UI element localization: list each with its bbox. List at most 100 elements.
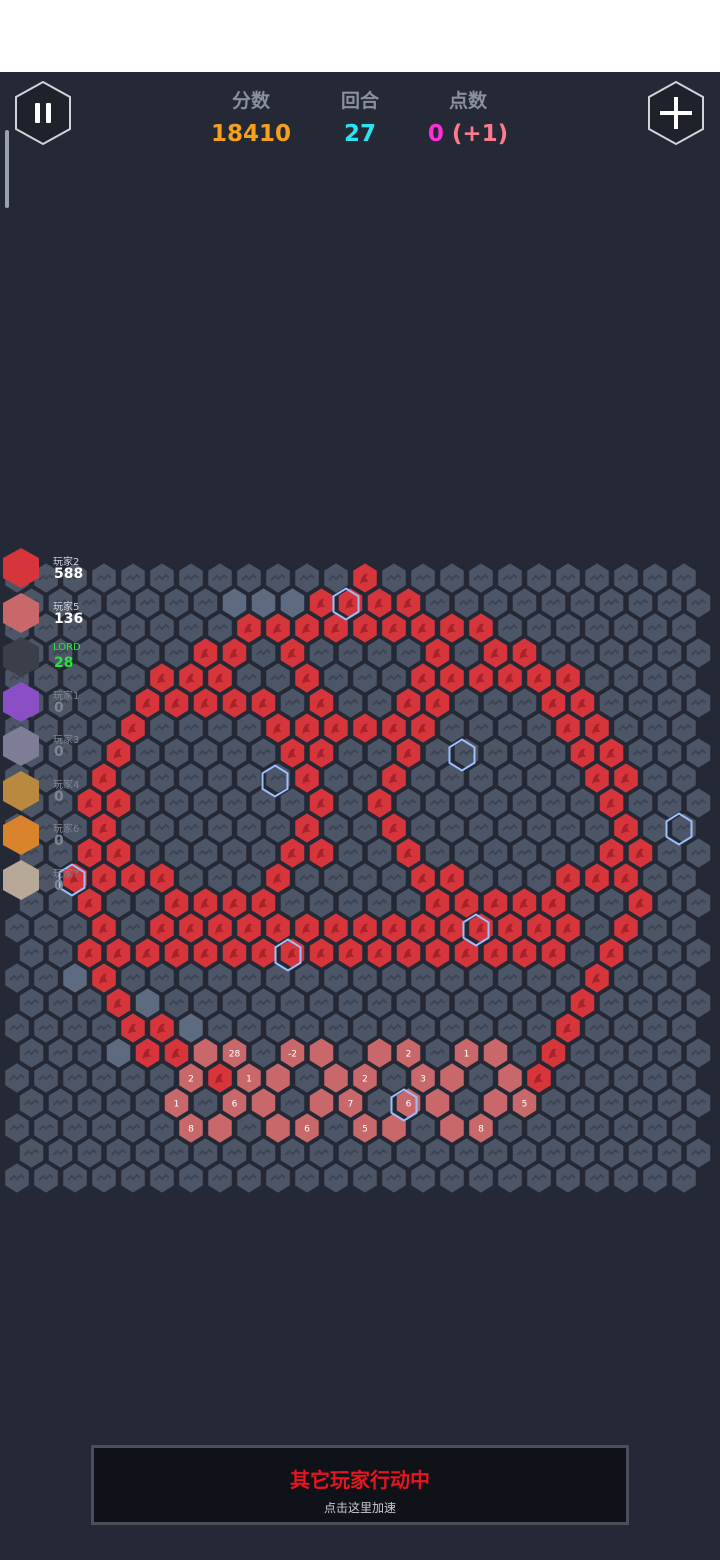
hex-tile[interactable] [583, 611, 611, 645]
hex-tile[interactable] [670, 561, 698, 595]
hex-tile-owned[interactable] [250, 1086, 277, 1120]
hex-tile[interactable] [148, 561, 176, 595]
hex-tile[interactable] [380, 1061, 408, 1095]
hex-tile[interactable] [612, 1161, 640, 1195]
hex-tile[interactable] [395, 636, 422, 670]
hex-tile[interactable] [685, 936, 712, 970]
hex-tile-owned[interactable] [221, 936, 248, 970]
hex-tile[interactable] [235, 1111, 263, 1145]
hex-tile[interactable] [293, 861, 321, 895]
hex-tile[interactable] [511, 986, 538, 1020]
hex-tile[interactable] [47, 1036, 74, 1070]
hex-tile[interactable] [482, 586, 509, 620]
hex-tile[interactable] [119, 1111, 147, 1145]
hex-tile-owned[interactable]: 5 [351, 1111, 379, 1145]
hex-tile[interactable] [134, 586, 161, 620]
hex-tile-owned[interactable] [496, 1061, 524, 1095]
hex-tile-owned[interactable] [351, 911, 379, 945]
hex-tile-owned[interactable] [308, 1086, 335, 1120]
hex-tile-owned[interactable] [293, 711, 321, 745]
hex-tile-owned[interactable] [569, 986, 596, 1020]
hex-tile[interactable] [670, 761, 698, 795]
hex-tile[interactable] [322, 861, 350, 895]
hex-tile[interactable] [583, 811, 611, 845]
hex-tile[interactable] [395, 986, 422, 1020]
hex-tile-owned[interactable] [192, 686, 219, 720]
hex-tile-owned[interactable] [612, 811, 640, 845]
hex-tile[interactable] [438, 561, 466, 595]
hex-tile[interactable] [641, 811, 669, 845]
hex-tile[interactable] [148, 1111, 176, 1145]
hex-tile[interactable] [163, 1136, 190, 1170]
hex-tile[interactable] [250, 786, 277, 820]
hex-tile[interactable] [453, 1136, 480, 1170]
hex-tile[interactable] [148, 761, 176, 795]
hex-tile-owned[interactable] [380, 911, 408, 945]
hex-tile-owned[interactable] [90, 811, 118, 845]
hex-tile[interactable] [206, 761, 234, 795]
hex-tile[interactable] [148, 711, 176, 745]
hex-tile[interactable] [525, 961, 553, 995]
hex-tile[interactable] [641, 1161, 669, 1195]
hex-tile[interactable] [308, 886, 335, 920]
hex-tile-owned[interactable] [438, 911, 466, 945]
hex-tile[interactable] [583, 1161, 611, 1195]
hex-tile[interactable] [279, 986, 306, 1020]
hex-tile-owned[interactable] [482, 886, 509, 920]
hex-tile-owned[interactable] [511, 936, 538, 970]
hex-tile-owned[interactable] [351, 711, 379, 745]
hex-tile[interactable] [525, 1111, 553, 1145]
hex-tile[interactable] [685, 786, 712, 820]
hex-tile[interactable] [134, 636, 161, 670]
hex-tile-owned[interactable] [250, 686, 277, 720]
hex-tile-owned[interactable]: 8 [177, 1111, 205, 1145]
hex-tile-owned[interactable] [395, 686, 422, 720]
hex-tile[interactable] [250, 836, 277, 870]
hex-tile[interactable] [670, 961, 698, 995]
hex-tile[interactable] [685, 1036, 712, 1070]
hex-tile-owned[interactable] [453, 936, 480, 970]
hex-tile[interactable] [627, 936, 654, 970]
hex-tile[interactable] [482, 1136, 509, 1170]
hex-tile[interactable] [511, 686, 538, 720]
hex-tile[interactable] [438, 761, 466, 795]
hex-tile-owned[interactable] [206, 1111, 234, 1145]
hex-tile[interactable] [90, 1011, 118, 1045]
hex-tile[interactable] [90, 1061, 118, 1095]
hex-tile[interactable] [656, 586, 683, 620]
hex-tile[interactable] [598, 1036, 625, 1070]
hex-tile-owned[interactable] [206, 1061, 234, 1095]
hex-tile[interactable] [90, 1111, 118, 1145]
hex-tile-owned[interactable]: 8 [467, 1111, 495, 1145]
hex-tile[interactable] [685, 1086, 712, 1120]
hex-tile[interactable] [641, 1111, 669, 1145]
hex-tile[interactable] [453, 636, 480, 670]
hex-tile-empty[interactable] [61, 961, 89, 995]
hex-tile-owned[interactable]: 6 [221, 1086, 248, 1120]
hex-tile-owned[interactable] [525, 661, 553, 695]
hex-tile-owned[interactable] [163, 936, 190, 970]
hex-tile-owned[interactable] [279, 636, 306, 670]
hex-tile[interactable] [540, 1136, 567, 1170]
hex-tile[interactable] [525, 1011, 553, 1045]
hex-tile-owned[interactable] [148, 1011, 176, 1045]
hex-tile[interactable] [424, 786, 451, 820]
hex-tile[interactable] [627, 586, 654, 620]
hex-tile[interactable] [235, 1011, 263, 1045]
hex-tile[interactable] [32, 961, 60, 995]
hex-tile[interactable] [192, 736, 219, 770]
hex-tile[interactable] [105, 1136, 132, 1170]
hex-tile-owned[interactable] [540, 686, 567, 720]
hex-tile[interactable] [163, 736, 190, 770]
hex-tile-owned[interactable] [511, 636, 538, 670]
hex-tile-owned[interactable]: 3 [409, 1061, 437, 1095]
hex-tile-owned[interactable] [438, 861, 466, 895]
hex-tile[interactable] [569, 786, 596, 820]
hex-tile[interactable] [569, 936, 596, 970]
hex-tile[interactable] [177, 1161, 205, 1195]
hex-tile[interactable] [192, 1086, 219, 1120]
hex-tile[interactable] [235, 861, 263, 895]
hex-tile[interactable] [3, 1161, 31, 1195]
hex-tile-owned[interactable] [134, 686, 161, 720]
hex-tile-owned[interactable] [221, 686, 248, 720]
